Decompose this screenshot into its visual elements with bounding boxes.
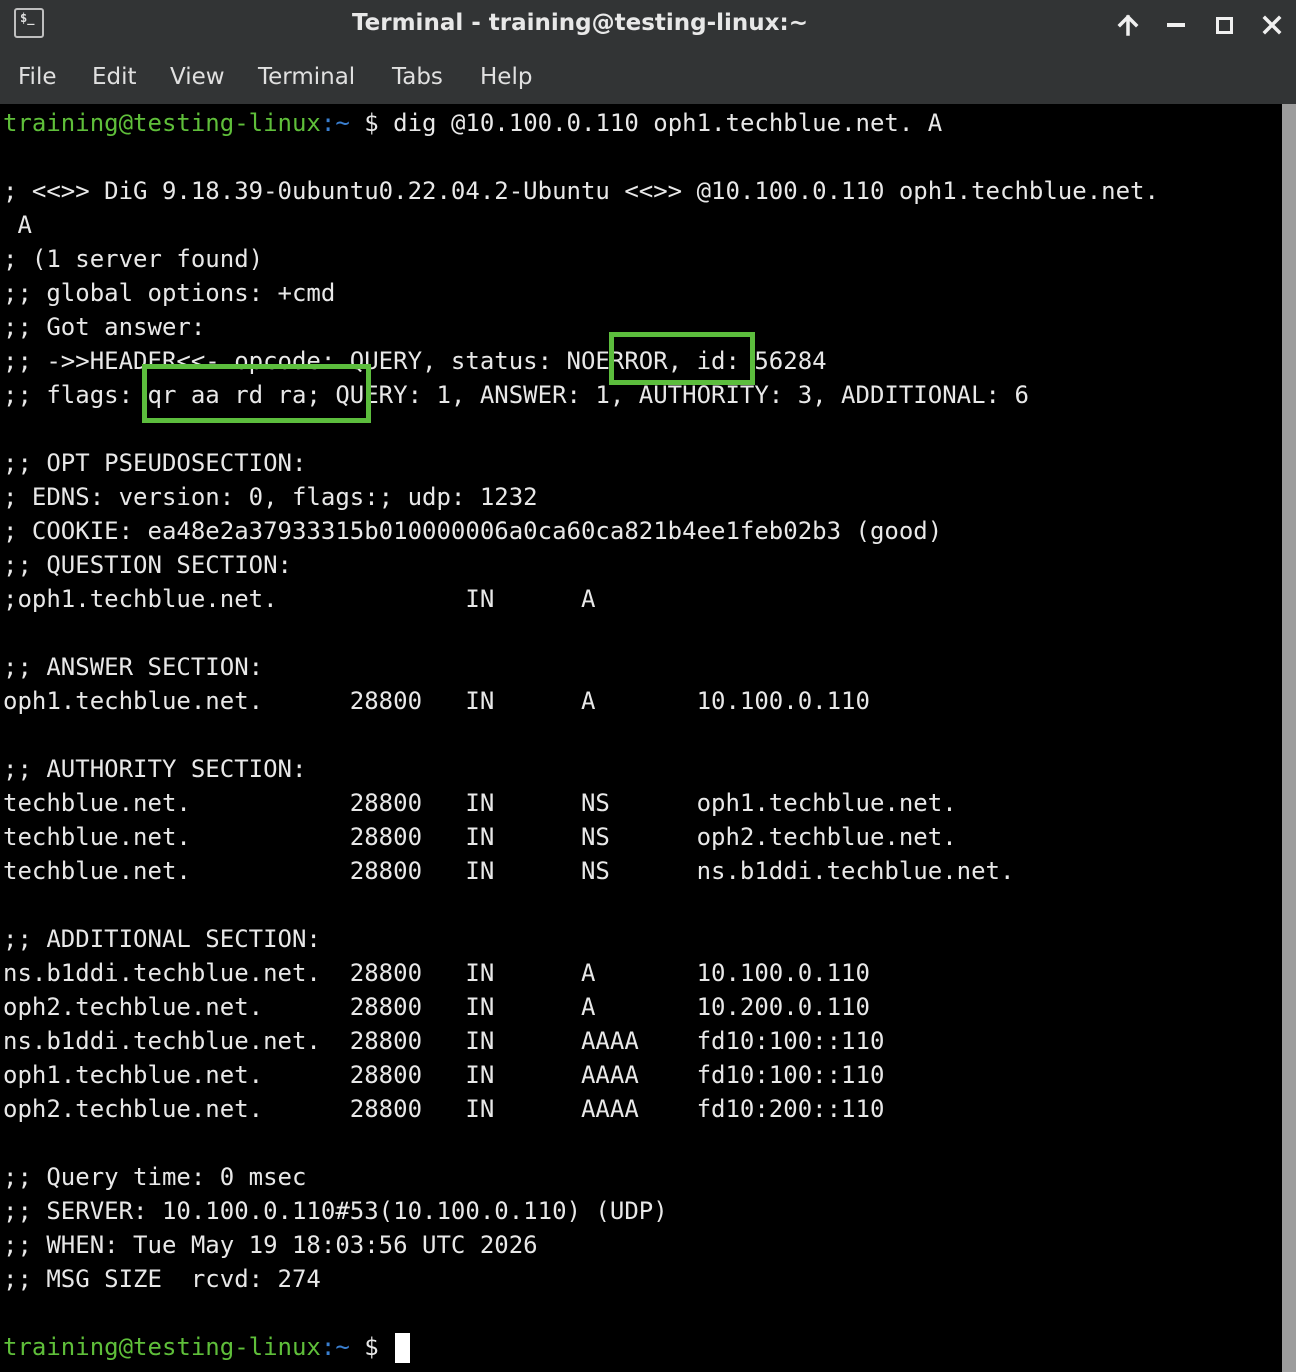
output-line: ; (1 server found) — [3, 245, 264, 273]
up-arrow-icon[interactable] — [1110, 8, 1146, 40]
highlight-box-flags — [142, 364, 371, 423]
output-line: ns.b1ddi.techblue.net. 28800 IN A 10.100… — [3, 959, 870, 987]
output-line: ;; OPT PSEUDOSECTION: — [3, 449, 307, 477]
menu-bar: File Edit View Terminal Tabs Help — [0, 52, 1296, 105]
prompt-path: :~ — [320, 1333, 350, 1361]
prompt-path: :~ — [320, 109, 350, 137]
output-line: techblue.net. 28800 IN NS oph2.techblue.… — [3, 823, 957, 851]
menu-tabs[interactable]: Tabs — [392, 52, 443, 102]
prompt-symbol: $ — [349, 1333, 394, 1361]
output-line: ; COOKIE: ea48e2a37933315b010000006a0ca6… — [3, 517, 943, 545]
title-bar[interactable]: $_ Terminal - training@testing-linux:~ — [0, 0, 1296, 52]
menu-view[interactable]: View — [170, 52, 225, 102]
output-line: ;; WHEN: Tue May 19 18:03:56 UTC 2026 — [3, 1231, 538, 1259]
scrollbar[interactable] — [1282, 104, 1296, 1372]
output-line: A — [3, 211, 32, 239]
terminal-window: $_ Terminal - training@testing-linux:~ F… — [0, 0, 1296, 1372]
output-line: ;oph1.techblue.net. IN A — [3, 585, 596, 613]
output-line: ;; Got answer: — [3, 313, 206, 341]
command-line: training@testing-linux:~ $ dig @10.100.0… — [3, 106, 942, 140]
output-line: oph1.techblue.net. 28800 IN AAAA fd10:10… — [3, 1061, 885, 1089]
output-line: ; <<>> DiG 9.18.39-0ubuntu0.22.04.2-Ubun… — [3, 177, 1159, 205]
menu-file[interactable]: File — [18, 52, 57, 102]
output-line: techblue.net. 28800 IN NS ns.b1ddi.techb… — [3, 857, 1015, 885]
output-line: ;; SERVER: 10.100.0.110#53(10.100.0.110)… — [3, 1197, 668, 1225]
command-text: dig @10.100.0.110 oph1.techblue.net. A — [393, 109, 943, 137]
output-line: ; EDNS: version: 0, flags:; udp: 1232 — [3, 483, 538, 511]
output-line: ;; ADDITIONAL SECTION: — [3, 925, 321, 953]
output-line: ns.b1ddi.techblue.net. 28800 IN AAAA fd1… — [3, 1027, 885, 1055]
highlight-box-status — [609, 332, 755, 385]
output-line: oph2.techblue.net. 28800 IN A 10.200.0.1… — [3, 993, 870, 1021]
close-icon[interactable] — [1254, 8, 1290, 40]
output-line: ;; global options: +cmd — [3, 279, 336, 307]
menu-terminal[interactable]: Terminal — [258, 52, 355, 102]
prompt-user-host: training@testing-linux — [3, 109, 321, 137]
menu-help[interactable]: Help — [480, 52, 532, 102]
menu-edit[interactable]: Edit — [92, 52, 137, 102]
prompt-user-host: training@testing-linux — [3, 1333, 321, 1361]
minimize-icon[interactable] — [1158, 8, 1194, 40]
current-prompt-line[interactable]: training@testing-linux:~ $ — [3, 1330, 411, 1364]
output-line: ;; AUTHORITY SECTION: — [3, 755, 307, 783]
maximize-icon[interactable] — [1206, 8, 1242, 40]
output-line: ;; Query time: 0 msec — [3, 1163, 307, 1191]
output-line: ;; MSG SIZE rcvd: 274 — [3, 1265, 321, 1293]
output-line: oph1.techblue.net. 28800 IN A 10.100.0.1… — [3, 687, 870, 715]
output-line: techblue.net. 28800 IN NS oph1.techblue.… — [3, 789, 957, 817]
output-line: oph2.techblue.net. 28800 IN AAAA fd10:20… — [3, 1095, 885, 1123]
output-line: ;; ANSWER SECTION: — [3, 653, 264, 681]
prompt-symbol: $ — [349, 109, 394, 137]
text-cursor — [395, 1333, 411, 1363]
terminal-output[interactable]: training@testing-linux:~ $ dig @10.100.0… — [0, 104, 1282, 1372]
window-title: Terminal - training@testing-linux:~ — [352, 10, 808, 36]
output-line: ;; QUESTION SECTION: — [3, 551, 292, 579]
